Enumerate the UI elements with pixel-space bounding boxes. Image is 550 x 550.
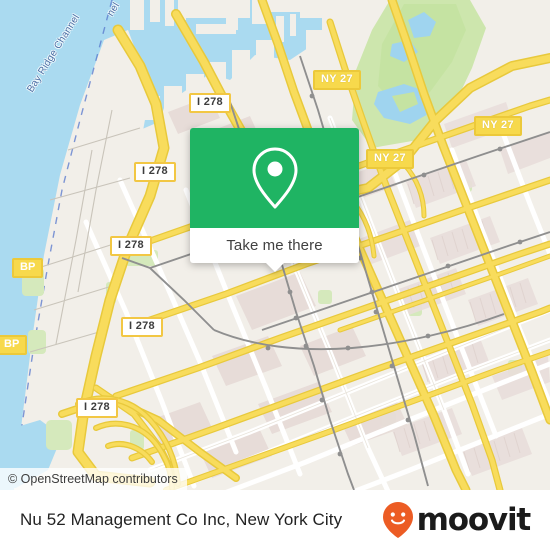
take-me-there-label: Take me there [226,237,323,254]
osm-attribution-text: © OpenStreetMap contributors [8,472,178,486]
popup-pointer [265,263,284,272]
moovit-smiling-pin-icon [382,502,413,538]
popup-footer[interactable]: Take me there [190,228,359,272]
road-shield-i278[interactable]: I 278 [76,398,118,418]
location-popup[interactable]: Take me there [190,128,359,272]
road-shield-bp[interactable]: BP [0,335,28,355]
popup-header [190,128,359,228]
road-shield-i278[interactable]: I 278 [110,236,152,256]
moovit-brand[interactable]: moovit [381,501,532,539]
map-canvas[interactable]: Bay Ridge Channel nel I 278 I 278 I 278 … [0,0,550,490]
road-shield-i278[interactable]: I 278 [121,317,163,337]
footer-bar: Nu 52 Management Co Inc, New York City m… [0,490,550,550]
road-shield-ny27[interactable]: NY 27 [313,70,361,90]
road-shield-ny27[interactable]: NY 27 [366,149,414,169]
map-pin-icon [252,147,297,209]
moovit-wordmark: moovit [416,501,532,538]
road-shield-ny27[interactable]: NY 27 [474,116,522,136]
road-shield-i278[interactable]: I 278 [189,93,231,113]
osm-attribution[interactable]: © OpenStreetMap contributors [0,468,187,490]
map-screenshot-page: Bay Ridge Channel nel I 278 I 278 I 278 … [0,0,550,550]
road-shield-bp[interactable]: BP [12,258,44,278]
road-shield-i278[interactable]: I 278 [134,162,176,182]
location-title: Nu 52 Management Co Inc, New York City [20,510,343,529]
